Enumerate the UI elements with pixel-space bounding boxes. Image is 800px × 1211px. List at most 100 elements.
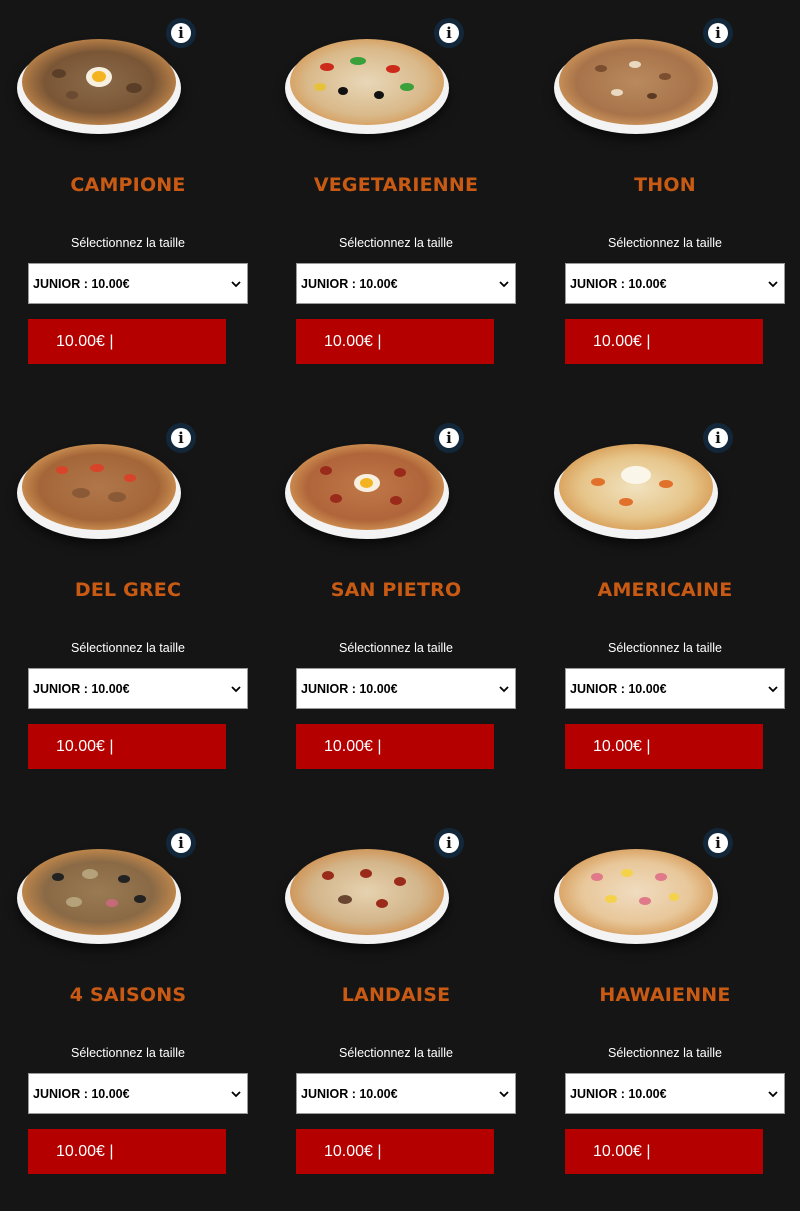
size-label: Sélectionnez la taille (71, 641, 185, 655)
add-to-cart-button[interactable]: 10.00€ | (28, 319, 226, 364)
info-icon: i (171, 833, 191, 853)
add-to-cart-button[interactable]: 10.00€ | (296, 724, 494, 769)
chevron-down-icon (768, 279, 778, 289)
size-label: Sélectionnez la taille (608, 236, 722, 250)
info-button[interactable]: i (703, 828, 733, 858)
pizza-grid: i CAMPIONE Sélectionnez la taille JUNIOR… (0, 0, 800, 1211)
add-to-cart-button[interactable]: 10.00€ | (565, 724, 763, 769)
pizza-photo (290, 39, 444, 125)
add-to-cart-button[interactable]: 10.00€ | (296, 1129, 494, 1174)
pizza-title: 4 SAISONS (69, 984, 187, 1006)
chevron-down-icon (499, 279, 509, 289)
info-button[interactable]: i (166, 423, 196, 453)
pizza-card: i AMERICAINE Sélectionnez la taille JUNI… (537, 405, 787, 795)
pizza-card: i LANDAISE Sélectionnez la taille JUNIOR… (268, 810, 518, 1200)
pizza-title: HAWAIENNE (599, 984, 731, 1006)
info-icon: i (171, 428, 191, 448)
pizza-card: i THON Sélectionnez la taille JUNIOR : 1… (537, 0, 787, 390)
pizza-title: LANDAISE (341, 984, 451, 1006)
size-label: Sélectionnez la taille (339, 1046, 453, 1060)
add-to-cart-button[interactable]: 10.00€ | (565, 319, 763, 364)
size-select[interactable]: JUNIOR : 10.00€ (28, 668, 248, 709)
pizza-image[interactable] (551, 12, 721, 142)
info-icon: i (439, 23, 459, 43)
chevron-down-icon (231, 279, 241, 289)
pizza-image[interactable] (14, 417, 184, 547)
size-select[interactable]: JUNIOR : 10.00€ (565, 263, 785, 304)
size-select-value: JUNIOR : 10.00€ (33, 1086, 130, 1101)
info-icon: i (439, 833, 459, 853)
pizza-title: CAMPIONE (70, 174, 186, 196)
pizza-image[interactable] (282, 822, 452, 952)
size-select[interactable]: JUNIOR : 10.00€ (296, 263, 516, 304)
add-to-cart-button[interactable]: 10.00€ | (296, 319, 494, 364)
size-label: Sélectionnez la taille (339, 236, 453, 250)
pizza-title: VEGETARIENNE (313, 174, 479, 196)
chevron-down-icon (768, 1089, 778, 1099)
size-select-value: JUNIOR : 10.00€ (570, 276, 667, 291)
pizza-photo (559, 444, 713, 530)
info-button[interactable]: i (434, 423, 464, 453)
pizza-card: i SAN PIETRO Sélectionnez la taille JUNI… (268, 405, 518, 795)
pizza-card: i CAMPIONE Sélectionnez la taille JUNIOR… (0, 0, 250, 390)
pizza-image[interactable] (282, 417, 452, 547)
size-select[interactable]: JUNIOR : 10.00€ (28, 1073, 248, 1114)
add-to-cart-button[interactable]: 10.00€ | (28, 724, 226, 769)
size-select-value: JUNIOR : 10.00€ (301, 276, 398, 291)
size-select-value: JUNIOR : 10.00€ (570, 681, 667, 696)
chevron-down-icon (231, 1089, 241, 1099)
size-select[interactable]: JUNIOR : 10.00€ (565, 668, 785, 709)
size-select-value: JUNIOR : 10.00€ (301, 681, 398, 696)
info-button[interactable]: i (703, 423, 733, 453)
size-label: Sélectionnez la taille (608, 1046, 722, 1060)
info-icon: i (708, 833, 728, 853)
pizza-image[interactable] (551, 822, 721, 952)
size-label: Sélectionnez la taille (71, 236, 185, 250)
pizza-title: SAN PIETRO (330, 579, 462, 601)
pizza-image[interactable] (282, 12, 452, 142)
pizza-card: i HAWAIENNE Sélectionnez la taille JUNIO… (537, 810, 787, 1200)
info-button[interactable]: i (703, 18, 733, 48)
size-label: Sélectionnez la taille (339, 641, 453, 655)
chevron-down-icon (231, 684, 241, 694)
chevron-down-icon (499, 1089, 509, 1099)
size-label: Sélectionnez la taille (608, 641, 722, 655)
info-icon: i (708, 428, 728, 448)
size-select[interactable]: JUNIOR : 10.00€ (28, 263, 248, 304)
pizza-photo (22, 39, 176, 125)
size-select[interactable]: JUNIOR : 10.00€ (296, 1073, 516, 1114)
info-button[interactable]: i (166, 828, 196, 858)
size-select-value: JUNIOR : 10.00€ (33, 681, 130, 696)
info-icon: i (171, 23, 191, 43)
pizza-card: i DEL GREC Sélectionnez la taille JUNIOR… (0, 405, 250, 795)
size-select-value: JUNIOR : 10.00€ (301, 1086, 398, 1101)
pizza-title: DEL GREC (74, 579, 182, 601)
pizza-title: THON (634, 174, 696, 196)
chevron-down-icon (499, 684, 509, 694)
pizza-image[interactable] (551, 417, 721, 547)
add-to-cart-button[interactable]: 10.00€ | (565, 1129, 763, 1174)
pizza-photo (559, 39, 713, 125)
pizza-image[interactable] (14, 822, 184, 952)
pizza-photo (559, 849, 713, 935)
size-select[interactable]: JUNIOR : 10.00€ (565, 1073, 785, 1114)
info-icon: i (708, 23, 728, 43)
size-select-value: JUNIOR : 10.00€ (33, 276, 130, 291)
add-to-cart-button[interactable]: 10.00€ | (28, 1129, 226, 1174)
size-select-value: JUNIOR : 10.00€ (570, 1086, 667, 1101)
info-icon: i (439, 428, 459, 448)
pizza-image[interactable] (14, 12, 184, 142)
size-select[interactable]: JUNIOR : 10.00€ (296, 668, 516, 709)
pizza-photo (290, 444, 444, 530)
info-button[interactable]: i (434, 828, 464, 858)
pizza-card: i 4 SAISONS Sélectionnez la taille JUNIO… (0, 810, 250, 1200)
size-label: Sélectionnez la taille (71, 1046, 185, 1060)
pizza-card: i VEGETARIENNE Sélectionnez la taille JU… (268, 0, 518, 390)
info-button[interactable]: i (434, 18, 464, 48)
pizza-photo (22, 849, 176, 935)
info-button[interactable]: i (166, 18, 196, 48)
pizza-photo (290, 849, 444, 935)
pizza-photo (22, 444, 176, 530)
chevron-down-icon (768, 684, 778, 694)
pizza-title: AMERICAINE (597, 579, 733, 601)
